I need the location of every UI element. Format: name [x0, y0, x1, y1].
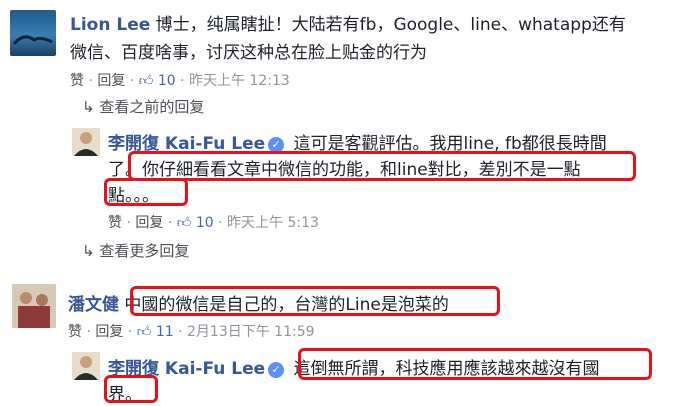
reply-link[interactable]: 回复 [135, 215, 163, 231]
thumbs-up-icon[interactable]: 👍︎ [137, 324, 152, 340]
thumbs-up-icon[interactable]: 👍︎ [177, 215, 192, 231]
reply-actions: 赞 · 回复 · 👍︎ 10 · 昨天上午 5:13 [108, 215, 319, 231]
comment-timestamp[interactable]: 2月13日下午 11:59 [187, 324, 315, 340]
comment-timestamp[interactable]: 昨天上午 12:13 [189, 73, 290, 89]
verified-badge-icon: ✓ [268, 362, 285, 378]
highlight-box [128, 151, 636, 181]
avatar-image [72, 352, 100, 380]
comment-actions: 赞 · 回复 · 👍︎ 10 · 昨天上午 12:13 [70, 73, 290, 89]
comment-text-line: Lion Lee 博士，纯属瞎扯！大陆若有fb，Google、line、what… [70, 10, 626, 35]
highlight-box [104, 178, 188, 206]
comment-text-line: 微信、百度啥事，讨厌这种总在脸上贴金的行为 [70, 43, 427, 63]
like-link[interactable]: 赞 [108, 215, 122, 231]
comment-author[interactable]: Lion Lee [70, 15, 150, 35]
reply-link[interactable]: 回复 [97, 73, 125, 89]
like-link[interactable]: 赞 [70, 73, 84, 89]
highlight-box [104, 375, 158, 403]
like-link[interactable]: 赞 [68, 324, 82, 340]
highlight-box [298, 348, 652, 380]
avatar-image [72, 128, 100, 156]
avatar[interactable] [72, 128, 100, 156]
avatar[interactable] [12, 284, 56, 328]
avatar-image [12, 35, 53, 45]
view-previous-replies[interactable]: ↳ 查看之前的回复 [82, 96, 204, 117]
thumbs-up-icon[interactable]: 👍︎ [139, 73, 154, 89]
comment-author[interactable]: 潘文健 [68, 295, 119, 315]
view-more-replies[interactable]: ↳ 查看更多回复 [82, 240, 189, 261]
like-count[interactable]: 11 [156, 324, 174, 340]
reply-link[interactable]: 回复 [95, 324, 123, 340]
highlight-box [130, 286, 500, 316]
avatar[interactable] [10, 10, 56, 56]
reply-arrow-icon: ↳ [82, 98, 95, 116]
reply-timestamp[interactable]: 昨天上午 5:13 [227, 215, 319, 231]
comment-text: 博士，纯属瞎扯！大陆若有fb，Google、line、whatapp还有 [155, 15, 626, 35]
like-count[interactable]: 10 [158, 73, 176, 89]
comment-actions: 赞 · 回复 · 👍︎ 11 · 2月13日下午 11:59 [68, 324, 315, 340]
reply-arrow-icon: ↳ [82, 242, 95, 260]
avatar[interactable] [72, 352, 100, 380]
like-count[interactable]: 10 [196, 215, 214, 231]
avatar-image [12, 284, 56, 328]
